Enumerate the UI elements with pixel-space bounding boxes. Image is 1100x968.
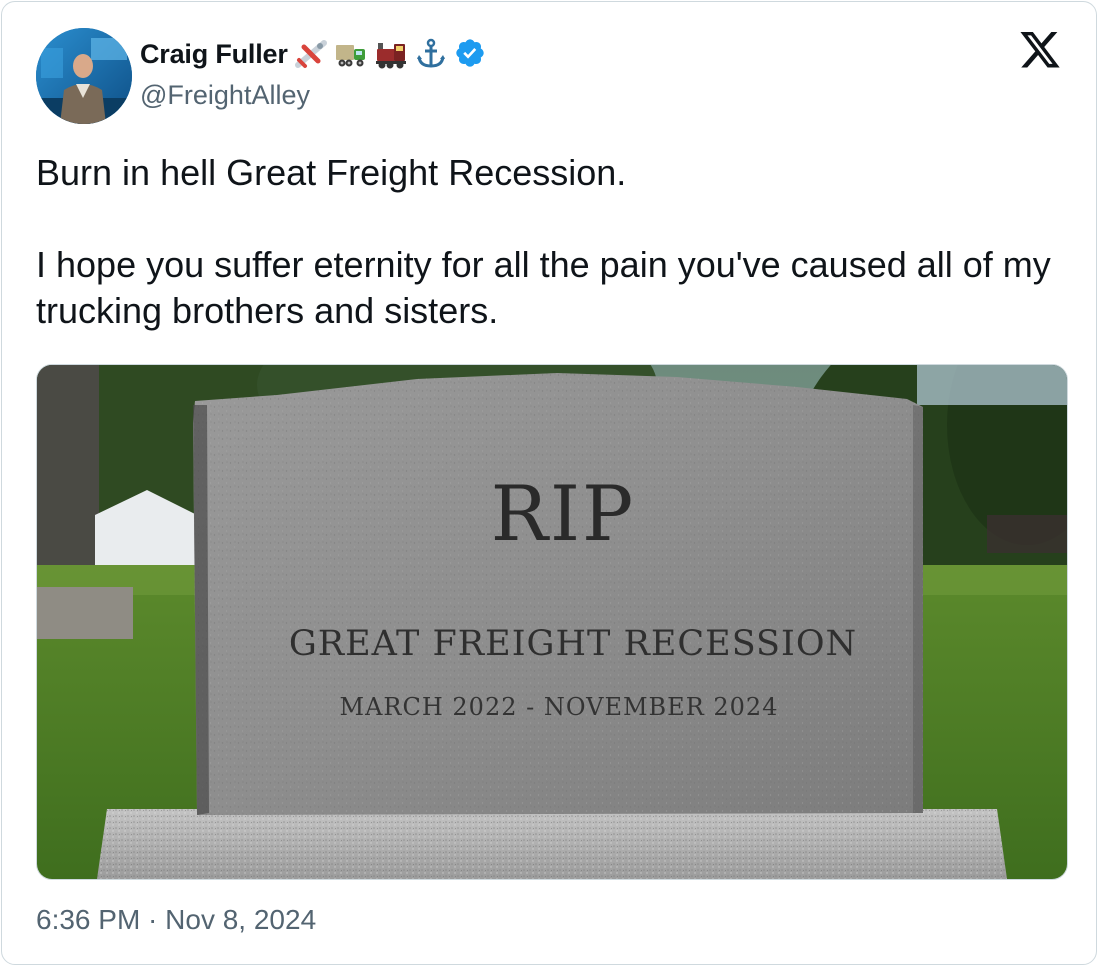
truck-icon [334,37,368,71]
avatar[interactable] [36,28,132,124]
author-name-row: Craig Fuller [140,34,488,74]
tweet-card: Craig Fuller @FreightAlley Burn in hell … [1,1,1097,965]
gravestone-line1: GREAT FREIGHT RECESSION [289,624,857,664]
tweet-timestamp[interactable]: 6:36 PM · Nov 8, 2024 [36,904,316,936]
airplane-icon [294,37,328,71]
verified-badge-icon[interactable] [454,37,488,71]
locomotive-icon [374,37,408,71]
avatar-image [36,28,132,124]
author-handle[interactable]: @FreightAlley [140,80,310,111]
tweet-paragraph: I hope you suffer eternity for all the p… [36,244,1051,331]
anchor-icon [414,37,448,71]
tweet-media-image[interactable]: RIP GREAT FREIGHT RECESSION MARCH 2022 -… [36,364,1068,880]
gravestone-photo: RIP GREAT FREIGHT RECESSION MARCH 2022 -… [37,365,1067,879]
x-logo-icon[interactable] [1018,32,1062,72]
tweet-paragraph: Burn in hell Great Freight Recession. [36,152,627,193]
tweet-text: Burn in hell Great Freight Recession. I … [36,150,1066,334]
gravestone-title: RIP [491,469,635,558]
gravestone-line2: MARCH 2022 - NOVEMBER 2024 [340,693,779,721]
author-display-name[interactable]: Craig Fuller [140,39,288,70]
